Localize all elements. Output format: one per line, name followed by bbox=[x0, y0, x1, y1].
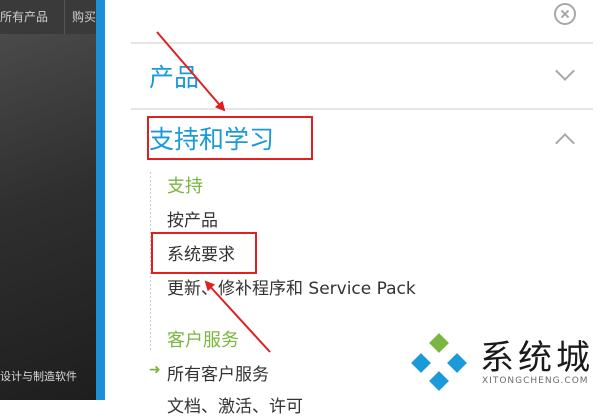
arrow-to-system-requirements bbox=[204, 280, 271, 353]
brand-logo-icon bbox=[411, 333, 467, 391]
arrow-to-support-learning bbox=[156, 31, 226, 112]
watermark: 系统城 XITONGCHENG.COM bbox=[408, 326, 598, 394]
watermark-domain: XITONGCHENG.COM bbox=[482, 376, 589, 386]
watermark-brand: 系统城 bbox=[480, 338, 594, 378]
